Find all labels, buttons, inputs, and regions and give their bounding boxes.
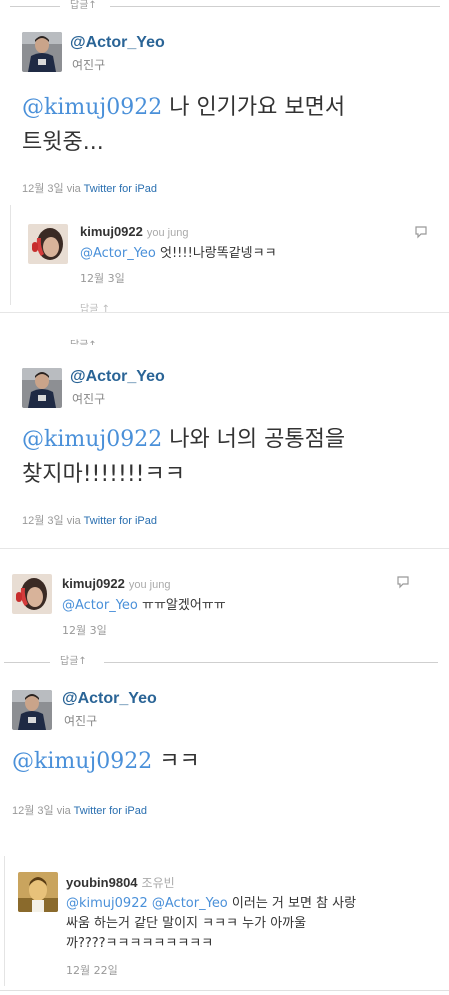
via-client-link[interactable]: Twitter for iPad xyxy=(74,805,147,817)
tweet-date[interactable]: 12월 3일 xyxy=(12,805,54,817)
reply-username[interactable]: kimuj0922 you jung xyxy=(62,576,170,591)
tweet-date[interactable]: 12월 3일 xyxy=(22,515,64,527)
section-seam xyxy=(0,548,449,549)
reply-card-border xyxy=(10,205,11,305)
speech-bubble-icon[interactable] xyxy=(414,224,428,239)
tweet-meta: 12월 3일 via Twitter for iPad xyxy=(22,183,157,195)
mention-link[interactable]: @Actor_Yeo xyxy=(62,598,138,613)
speech-bubble-icon[interactable] xyxy=(396,574,410,589)
reply-label-fragment: 답글↑ xyxy=(70,339,100,345)
reply-date[interactable]: 12월 3일 xyxy=(80,270,125,286)
tweet-handle[interactable]: @Actor_Yeo xyxy=(70,368,165,386)
reply-card-border xyxy=(4,856,5,986)
reply-divider: 답글↑ xyxy=(0,0,449,12)
avatar-kimuj0922[interactable] xyxy=(12,574,52,614)
reply-realname: 조유빈 xyxy=(141,876,175,890)
reply-username[interactable]: youbin9804 조유빈 xyxy=(66,874,175,891)
tweet-date[interactable]: 12월 3일 xyxy=(22,183,64,195)
mention-link[interactable]: @kimuj0922 xyxy=(12,749,152,774)
tweet-handle[interactable]: @Actor_Yeo xyxy=(70,34,165,52)
reply-text: @Actor_Yeo 엇!!!!나랑똑같넹ㅋㅋ xyxy=(80,246,277,261)
mention-link[interactable]: @Actor_Yeo xyxy=(152,896,228,911)
reply-date[interactable]: 12월 3일 xyxy=(62,622,107,638)
tweet-text: @kimuj0922 ㅋㅋ xyxy=(12,749,200,774)
via-client-link[interactable]: Twitter for iPad xyxy=(84,515,157,527)
tweet-display-name: 여진구 xyxy=(72,392,106,406)
tweet-handle[interactable]: @Actor_Yeo xyxy=(62,690,157,708)
tweet-display-name: 여진구 xyxy=(72,58,106,72)
mention-link[interactable]: @kimuj0922 xyxy=(22,427,162,452)
avatar-actor-yeo[interactable] xyxy=(22,32,62,72)
tweet-text: @kimuj0922 나 인기가요 보면서 트윗중... xyxy=(22,95,346,155)
avatar-youbin9804[interactable] xyxy=(18,872,58,912)
mention-link[interactable]: @Actor_Yeo xyxy=(80,246,156,261)
avatar-actor-yeo[interactable] xyxy=(12,690,52,730)
via-client-link[interactable]: Twitter for iPad xyxy=(84,183,157,195)
reply-username[interactable]: kimuj0922 you jung xyxy=(80,224,188,239)
bottom-divider xyxy=(0,990,449,991)
reply-text: @kimuj0922 @Actor_Yeo 이러는 거 보면 참 사랑 싸움 하… xyxy=(66,896,357,951)
reply-text: @Actor_Yeo ㅠㅠ알겠어ㅠㅠ xyxy=(62,598,226,613)
reply-date[interactable]: 12월 22일 xyxy=(66,962,118,978)
tweet-meta: 12월 3일 via Twitter for iPad xyxy=(22,515,157,527)
mention-link[interactable]: @kimuj0922 xyxy=(66,896,148,911)
reply-divider: 답글↑ xyxy=(0,656,449,668)
section-gap xyxy=(0,312,449,340)
tweet-meta: 12월 3일 via Twitter for iPad xyxy=(12,805,147,817)
reply-realname: you jung xyxy=(146,227,189,239)
section-seam xyxy=(0,312,449,313)
reply-label[interactable]: 답글↑ xyxy=(60,656,87,668)
reply-label[interactable]: 답글↑ xyxy=(70,0,97,12)
avatar-actor-yeo[interactable] xyxy=(22,368,62,408)
tweet-text: @kimuj0922 나와 너의 공통점을 찾지마!!!!!!!ㅋㅋ xyxy=(22,427,346,487)
avatar-kimuj0922[interactable] xyxy=(28,224,68,264)
tweet-display-name: 여진구 xyxy=(64,714,98,728)
reply-realname: you jung xyxy=(128,579,171,591)
mention-link[interactable]: @kimuj0922 xyxy=(22,95,162,120)
